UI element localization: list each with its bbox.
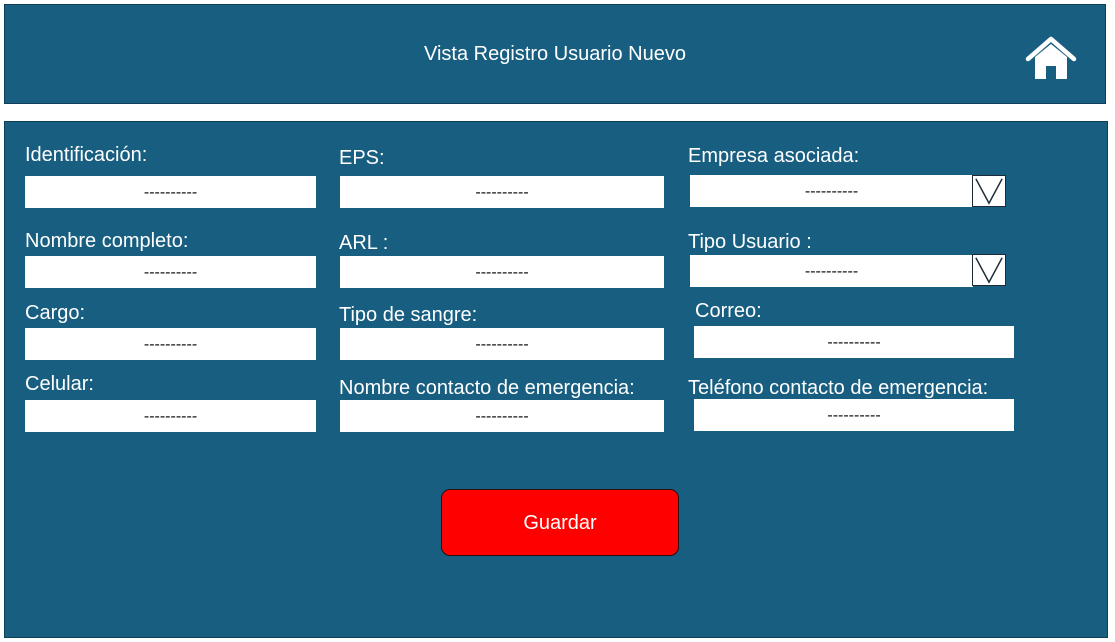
nombre-completo-field[interactable]: ---------- [25, 256, 316, 288]
tipo-usuario-select[interactable]: ---------- [690, 255, 973, 287]
eps-label: EPS: [339, 147, 385, 169]
nombre-completo-label: Nombre completo: [25, 230, 189, 252]
empresa-dropdown-button[interactable] [972, 175, 1006, 207]
telefono-contacto-emergencia-field[interactable]: ---------- [694, 399, 1014, 431]
empresa-asociada-label: Empresa asociada: [688, 145, 860, 167]
correo-field[interactable]: ---------- [694, 326, 1014, 358]
identificacion-field[interactable]: ---------- [25, 176, 316, 208]
nombre-contacto-emergencia-label: Nombre contacto de emergencia: [339, 377, 635, 399]
chevron-down-icon [975, 178, 1003, 205]
celular-field[interactable]: ---------- [25, 400, 316, 432]
empresa-asociada-select[interactable]: ---------- [690, 175, 973, 207]
tipo-usuario-dropdown-button[interactable] [972, 254, 1006, 286]
home-icon[interactable] [1025, 35, 1077, 83]
arl-field[interactable]: ---------- [340, 256, 664, 288]
arl-label: ARL : [339, 232, 389, 254]
tipo-sangre-field[interactable]: ---------- [340, 328, 664, 360]
tipo-sangre-label: Tipo de sangre: [339, 304, 478, 326]
telefono-contacto-emergencia-label: Teléfono contacto de emergencia: [688, 377, 989, 399]
cargo-field[interactable]: ---------- [25, 328, 316, 360]
correo-label: Correo: [695, 300, 762, 322]
nombre-contacto-emergencia-field[interactable]: ---------- [340, 400, 664, 432]
celular-label: Celular: [25, 373, 94, 395]
cargo-label: Cargo: [25, 302, 86, 324]
header-bar: Vista Registro Usuario Nuevo [4, 4, 1106, 104]
save-button[interactable]: Guardar [441, 489, 679, 556]
tipo-usuario-label: Tipo Usuario : [688, 231, 812, 253]
identificacion-label: Identificación: [25, 144, 148, 166]
chevron-down-icon [975, 257, 1003, 284]
page-title: Vista Registro Usuario Nuevo [424, 43, 686, 65]
eps-field[interactable]: ---------- [340, 176, 664, 208]
